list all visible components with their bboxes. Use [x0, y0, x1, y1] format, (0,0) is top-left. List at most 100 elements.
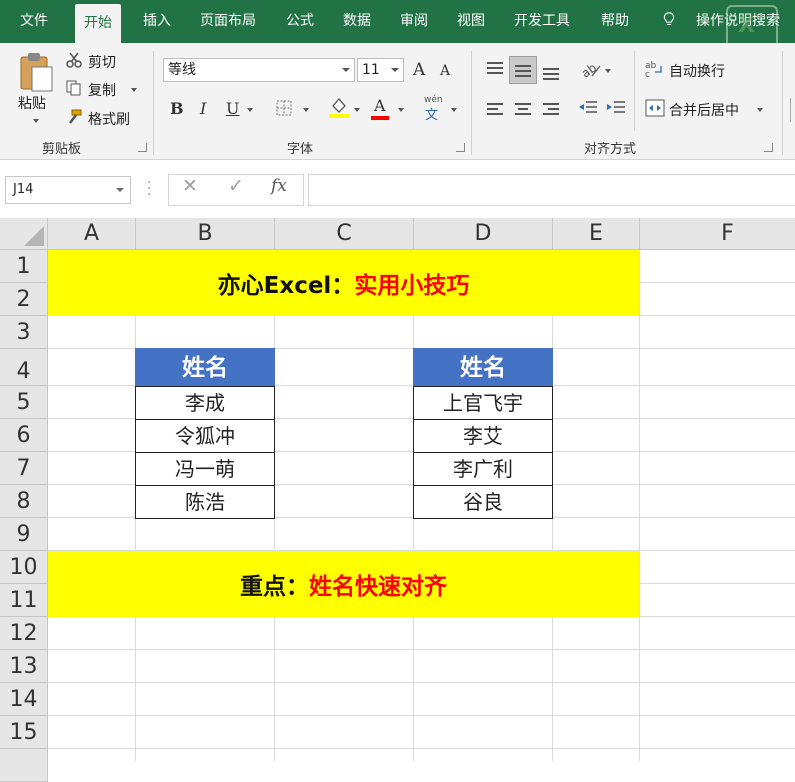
- row-header-13[interactable]: 13: [0, 650, 48, 683]
- tab-page-layout[interactable]: 页面布局: [200, 0, 256, 43]
- tab-view[interactable]: 视图: [457, 0, 485, 43]
- left-table-header[interactable]: 姓名: [135, 348, 275, 387]
- right-table-cell[interactable]: 上官飞宇: [413, 386, 553, 420]
- row-header-7[interactable]: 7: [0, 452, 48, 485]
- paste-button[interactable]: 粘贴: [18, 93, 46, 113]
- underline-button[interactable]: U: [226, 99, 239, 118]
- formula-input[interactable]: [308, 174, 795, 206]
- right-table-cell[interactable]: 李艾: [413, 419, 553, 453]
- insert-function-icon[interactable]: fx: [271, 176, 287, 196]
- worksheet-grid[interactable]: A B C D E F 1 2 3 4 5 6 7 8 9 10 11 12 1…: [0, 218, 795, 782]
- row-header-5[interactable]: 5: [0, 386, 48, 419]
- font-name-select[interactable]: 等线: [163, 58, 355, 82]
- column-header-f[interactable]: F: [640, 218, 795, 250]
- scissors-icon: [66, 52, 82, 68]
- copy-icon: [66, 80, 81, 96]
- row-header-1[interactable]: 1: [0, 250, 48, 283]
- note-highlight: 姓名快速对齐: [309, 574, 447, 600]
- left-table-cell[interactable]: 令狐冲: [135, 419, 275, 453]
- row-header-3[interactable]: 3: [0, 316, 48, 349]
- increase-indent-icon[interactable]: [606, 100, 626, 118]
- italic-button[interactable]: I: [200, 99, 206, 118]
- phonetic-guide-icon[interactable]: 文: [425, 104, 438, 123]
- cut-button[interactable]: 剪切: [88, 52, 116, 72]
- font-color-button[interactable]: A: [374, 96, 386, 115]
- column-header-c[interactable]: C: [275, 218, 414, 250]
- alignment-launcher-icon[interactable]: [764, 143, 773, 152]
- svg-text:c: c: [645, 70, 650, 78]
- font-launcher-icon[interactable]: [456, 143, 465, 152]
- select-all-button[interactable]: [0, 218, 48, 250]
- font-group-label: 字体: [287, 142, 314, 157]
- formula-bar: J14 · · · ✕ ✓ fx: [0, 160, 795, 218]
- column-header-b[interactable]: B: [136, 218, 275, 250]
- paste-icon[interactable]: [18, 51, 54, 93]
- font-size-select[interactable]: 11: [357, 58, 404, 82]
- left-table-cell[interactable]: 李成: [135, 386, 275, 420]
- drag-handle-icon[interactable]: · · ·: [147, 176, 151, 202]
- row-header-10[interactable]: 10: [0, 551, 48, 584]
- tab-file[interactable]: 文件: [20, 0, 48, 43]
- row-header-4[interactable]: 4: [0, 349, 48, 386]
- cancel-icon[interactable]: ✕: [182, 175, 198, 197]
- wrap-text-button[interactable]: 自动换行: [669, 61, 725, 81]
- bold-button[interactable]: B: [170, 99, 184, 118]
- grow-font-button[interactable]: A: [413, 60, 425, 80]
- row-header-16-partial[interactable]: [0, 749, 48, 782]
- right-table-cell[interactable]: 谷良: [413, 485, 553, 519]
- row-header-14[interactable]: 14: [0, 683, 48, 716]
- note-banner[interactable]: 重点： 姓名快速对齐: [48, 551, 639, 617]
- tab-data[interactable]: 数据: [343, 0, 371, 43]
- align-top-icon[interactable]: [485, 60, 505, 80]
- title-banner[interactable]: 亦心Excel： 实用小技巧: [48, 250, 639, 316]
- orientation-icon[interactable]: ab: [580, 60, 602, 80]
- tab-home[interactable]: 开始: [75, 4, 121, 43]
- format-painter-button[interactable]: 格式刷: [88, 109, 130, 129]
- align-center-icon[interactable]: [513, 100, 533, 120]
- left-table-cell[interactable]: 陈浩: [135, 485, 275, 519]
- merge-center-button[interactable]: 合并后居中: [669, 100, 739, 120]
- row-header-6[interactable]: 6: [0, 419, 48, 452]
- ribbon-home: 粘贴 剪切 复制 格式刷 剪贴板 等线 11 A A B I U A wén 文…: [0, 43, 795, 160]
- decrease-indent-icon[interactable]: [578, 100, 598, 118]
- name-box[interactable]: J14: [5, 176, 131, 204]
- clipboard-launcher-icon[interactable]: [138, 143, 147, 152]
- row-header-8[interactable]: 8: [0, 485, 48, 518]
- merge-center-icon: [645, 99, 665, 117]
- ribbon-tab-bar: 文件 开始 插入 页面布局 公式 数据 审阅 视图 开发工具 帮助 操作说明搜索: [0, 0, 795, 43]
- clipboard-group-label: 剪贴板: [42, 142, 82, 157]
- row-header-11[interactable]: 11: [0, 584, 48, 617]
- left-table-cell[interactable]: 冯一萌: [135, 452, 275, 486]
- tab-review[interactable]: 审阅: [400, 0, 428, 43]
- tab-formulas[interactable]: 公式: [286, 0, 314, 43]
- format-painter-icon: [69, 109, 82, 124]
- tab-help[interactable]: 帮助: [601, 0, 629, 43]
- tab-insert[interactable]: 插入: [143, 0, 171, 43]
- border-icon[interactable]: [276, 100, 292, 116]
- fill-color-icon[interactable]: [329, 96, 349, 118]
- number-group-edge: [790, 98, 795, 122]
- column-header-a[interactable]: A: [48, 218, 136, 250]
- right-table-header[interactable]: 姓名: [413, 348, 553, 387]
- wrap-text-icon: ab c: [645, 61, 662, 78]
- align-bottom-icon[interactable]: [541, 60, 561, 80]
- copy-button[interactable]: 复制: [88, 80, 116, 100]
- row-header-2[interactable]: 2: [0, 283, 48, 316]
- title-highlight: 实用小技巧: [354, 273, 470, 299]
- alignment-group-label: 对齐方式: [584, 142, 637, 157]
- right-table-cell[interactable]: 李广利: [413, 452, 553, 486]
- note-text: 重点：: [240, 574, 309, 600]
- align-middle-icon[interactable]: [509, 56, 537, 84]
- row-header-9[interactable]: 9: [0, 518, 48, 551]
- align-right-icon[interactable]: [541, 100, 561, 120]
- tab-developer[interactable]: 开发工具: [514, 0, 570, 43]
- shrink-font-button[interactable]: A: [440, 63, 450, 79]
- align-left-icon[interactable]: [485, 100, 505, 120]
- font-color-swatch: [371, 116, 389, 120]
- title-text: 亦心Excel：: [217, 273, 355, 299]
- row-header-12[interactable]: 12: [0, 617, 48, 650]
- enter-icon[interactable]: ✓: [228, 175, 244, 197]
- column-header-e[interactable]: E: [553, 218, 640, 250]
- row-header-15[interactable]: 15: [0, 716, 48, 749]
- column-header-d[interactable]: D: [414, 218, 553, 250]
